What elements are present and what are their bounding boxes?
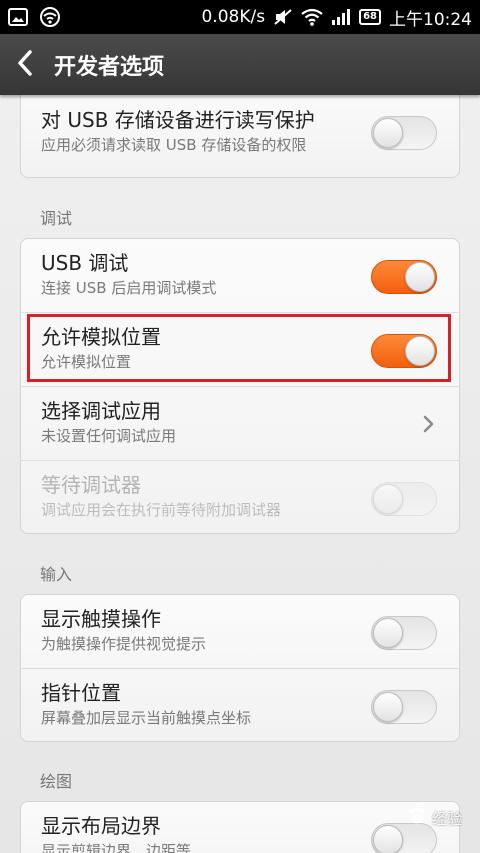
usb-debug-toggle[interactable] bbox=[371, 260, 437, 294]
wait-debugger-row: 等待调试器 调试应用会在执行前等待附加调试器 bbox=[21, 461, 459, 533]
row-subtitle: 调试应用会在执行前等待附加调试器 bbox=[41, 501, 282, 519]
row-subtitle: 允许模拟位置 bbox=[41, 353, 132, 371]
row-subtitle: 应用必须请求读取 USB 存储设备的权限 bbox=[41, 136, 307, 154]
status-bar: 0.08K/s 68 上午10:24 bbox=[0, 0, 480, 34]
page-title: 开发者选项 bbox=[54, 54, 165, 80]
chevron-right-icon bbox=[421, 411, 437, 437]
wifi-icon bbox=[301, 8, 323, 26]
action-bar: 开发者选项 bbox=[0, 34, 480, 95]
row-title: 等待调试器 bbox=[41, 473, 141, 497]
row-title: 选择调试应用 bbox=[41, 399, 161, 423]
usb-debug-row[interactable]: USB 调试 连接 USB 后启用调试模式 bbox=[21, 239, 459, 313]
watermark-text: 经验 bbox=[431, 809, 462, 828]
row-title: USB 调试 bbox=[41, 251, 129, 275]
wait-debugger-toggle bbox=[371, 482, 437, 516]
section-label-debug: 调试 bbox=[40, 209, 73, 228]
row-title: 显示触摸操作 bbox=[41, 607, 161, 631]
chevron-left-icon bbox=[17, 49, 33, 80]
input-card: 显示触摸操作 为触摸操作提供视觉提示 指针位置 屏幕叠加层显示当前触摸点坐标 bbox=[20, 594, 460, 742]
paw-icon bbox=[406, 805, 428, 831]
network-speed: 0.08K/s bbox=[201, 7, 266, 27]
section-label-input: 输入 bbox=[40, 565, 73, 584]
battery-icon: 68 bbox=[359, 9, 381, 25]
layout-bounds-row[interactable]: 显示布局边界 显示剪辑边界、边距等 bbox=[21, 802, 459, 853]
row-subtitle: 屏幕叠加层显示当前触摸点坐标 bbox=[41, 709, 252, 727]
row-title: 显示布局边界 bbox=[41, 814, 161, 838]
mock-location-row[interactable]: 允许模拟位置 允许模拟位置 bbox=[21, 313, 459, 387]
debug-card: USB 调试 连接 USB 后启用调试模式 允许模拟位置 允许模拟位置 选择调试… bbox=[20, 238, 460, 534]
toggle-knob bbox=[373, 825, 403, 853]
toggle-knob bbox=[373, 118, 403, 148]
toggle-knob bbox=[373, 618, 403, 648]
storage-card: 对 USB 存储设备进行读写保护 应用必须请求读取 USB 存储设备的权限 bbox=[20, 95, 460, 178]
usb-storage-protect-row[interactable]: 对 USB 存储设备进行读写保护 应用必须请求读取 USB 存储设备的权限 bbox=[21, 95, 459, 177]
row-subtitle: 显示剪辑边界、边距等 bbox=[41, 842, 192, 853]
pointer-location-toggle[interactable] bbox=[371, 690, 437, 724]
row-subtitle: 为触摸操作提供视觉提示 bbox=[41, 635, 207, 653]
row-title: 对 USB 存储设备进行读写保护 bbox=[41, 108, 315, 132]
show-touches-row[interactable]: 显示触摸操作 为触摸操作提供视觉提示 bbox=[21, 595, 459, 669]
row-title: 指针位置 bbox=[41, 681, 121, 705]
select-debug-app-row[interactable]: 选择调试应用 未设置任何调试应用 bbox=[21, 387, 459, 461]
wifi-notification-icon bbox=[38, 7, 62, 27]
clock: 上午10:24 bbox=[389, 9, 472, 30]
back-button[interactable] bbox=[0, 34, 50, 95]
row-subtitle: 连接 USB 后启用调试模式 bbox=[41, 279, 217, 297]
mock-location-toggle[interactable] bbox=[371, 334, 437, 368]
toggle-knob bbox=[405, 336, 435, 366]
drawing-card: 显示布局边界 显示剪辑边界、边距等 bbox=[20, 801, 460, 853]
toggle-knob bbox=[373, 484, 403, 514]
mute-icon bbox=[273, 8, 293, 26]
image-notification-icon bbox=[8, 8, 28, 26]
show-touches-toggle[interactable] bbox=[371, 616, 437, 650]
row-subtitle: 未设置任何调试应用 bbox=[41, 427, 177, 445]
baidu-watermark: 经验 bbox=[406, 805, 462, 831]
toggle-knob bbox=[373, 692, 403, 722]
toggle-knob bbox=[405, 262, 435, 292]
row-title: 允许模拟位置 bbox=[41, 325, 161, 349]
pointer-location-row[interactable]: 指针位置 屏幕叠加层显示当前触摸点坐标 bbox=[21, 669, 459, 741]
settings-list[interactable]: 对 USB 存储设备进行读写保护 应用必须请求读取 USB 存储设备的权限 调试… bbox=[0, 95, 480, 853]
section-label-drawing: 绘图 bbox=[40, 772, 73, 791]
usb-storage-protect-toggle[interactable] bbox=[371, 116, 437, 150]
signal-icon bbox=[331, 9, 351, 25]
